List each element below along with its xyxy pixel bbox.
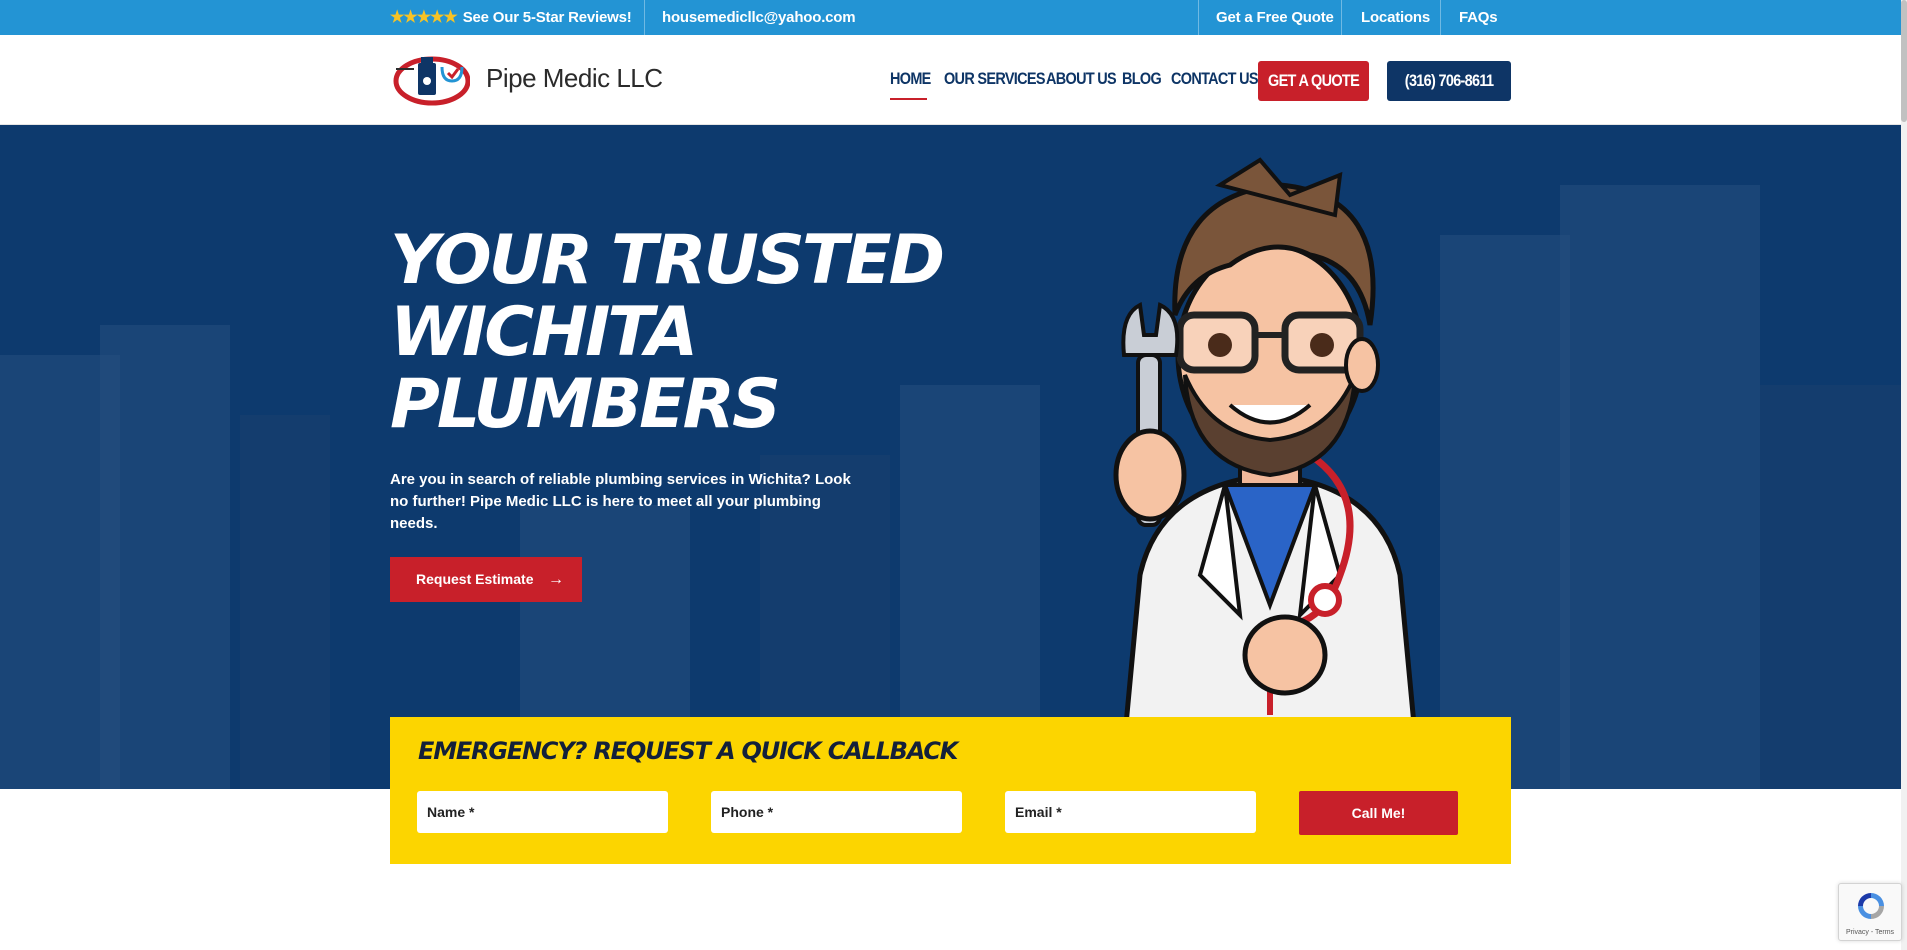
skyline-building — [240, 415, 330, 789]
hero-description: Are you in search of reliable plumbing s… — [390, 471, 851, 532]
quick-callback-form: EMERGENCY? REQUEST A QUICK CALLBACK Name… — [390, 717, 1511, 864]
five-stars-icon: ★★★★★ — [390, 9, 458, 26]
nav-home[interactable]: HOME — [890, 69, 931, 89]
get-a-quote-label: GET A QUOTE — [1267, 71, 1360, 90]
hero-section: YOUR TRUSTED WICHITA PLUMBERS Are you in… — [0, 125, 1907, 789]
call-me-button[interactable]: Call Me! — [1299, 791, 1458, 835]
recaptcha-footer[interactable]: Privacy - Terms — [1839, 929, 1901, 936]
get-a-quote-button[interactable]: GET A QUOTE — [1258, 61, 1369, 101]
top-bar: ★★★★★ See Our 5-Star Reviews! housemedicl… — [0, 0, 1907, 35]
skyline-building — [1560, 185, 1760, 789]
callback-title: EMERGENCY? REQUEST A QUICK CALLBACK — [418, 737, 958, 765]
plumber-doctor-mascot-image — [1113, 157, 1423, 789]
reviews-link[interactable]: ★★★★★ See Our 5-Star Reviews! — [390, 0, 632, 35]
phone-field[interactable]: Phone * — [711, 791, 962, 833]
recaptcha-badge[interactable]: Privacy - Terms — [1838, 883, 1902, 941]
nav-blog[interactable]: BLOG — [1122, 69, 1162, 89]
skyline-building — [100, 325, 230, 789]
nav-contact-us[interactable]: CONTACT US — [1171, 69, 1259, 89]
email-field[interactable]: Email * — [1005, 791, 1256, 833]
faqs-link[interactable]: FAQs — [1459, 0, 1498, 35]
nav-our-services[interactable]: OUR SERVICES — [944, 69, 1045, 89]
name-field[interactable]: Name * — [417, 791, 668, 833]
topbar-divider — [1440, 0, 1441, 35]
reviews-label: See Our 5-Star Reviews! — [462, 9, 632, 26]
recaptcha-icon — [1858, 893, 1884, 919]
phone-button[interactable]: (316) 706-8611 — [1387, 61, 1511, 101]
brand-name[interactable]: Pipe Medic LLC — [486, 63, 663, 94]
arrow-right-icon: → — [548, 571, 564, 588]
topbar-divider — [1341, 0, 1342, 35]
hero-title: YOUR TRUSTED WICHITA PLUMBERS — [390, 225, 950, 441]
request-estimate-button[interactable]: Request Estimate → — [390, 557, 582, 602]
email-link[interactable]: housemedicllc@yahoo.com — [662, 0, 856, 35]
site-header: Pipe Medic LLC HOME OUR SERVICES ABOUT U… — [0, 35, 1907, 125]
pipe-medic-logo-icon[interactable] — [390, 51, 470, 109]
free-quote-link[interactable]: Get a Free Quote — [1216, 0, 1334, 35]
request-estimate-label: Request Estimate — [416, 571, 534, 587]
hero-title-line: YOUR TRUSTED — [390, 221, 945, 300]
hero-title-line: WICHITA — [390, 293, 698, 372]
scrollbar-thumb[interactable] — [1901, 0, 1907, 122]
locations-link[interactable]: Locations — [1361, 0, 1430, 35]
page-scrollbar[interactable] — [1901, 0, 1907, 950]
hero-title-line: PLUMBERS — [390, 365, 781, 444]
phone-label: (316) 706-8611 — [1404, 71, 1494, 90]
nav-active-indicator — [890, 98, 927, 100]
topbar-divider — [1198, 0, 1199, 35]
topbar-divider — [644, 0, 645, 35]
nav-about-us[interactable]: ABOUT US — [1046, 69, 1117, 89]
skyline-building — [1760, 385, 1907, 789]
